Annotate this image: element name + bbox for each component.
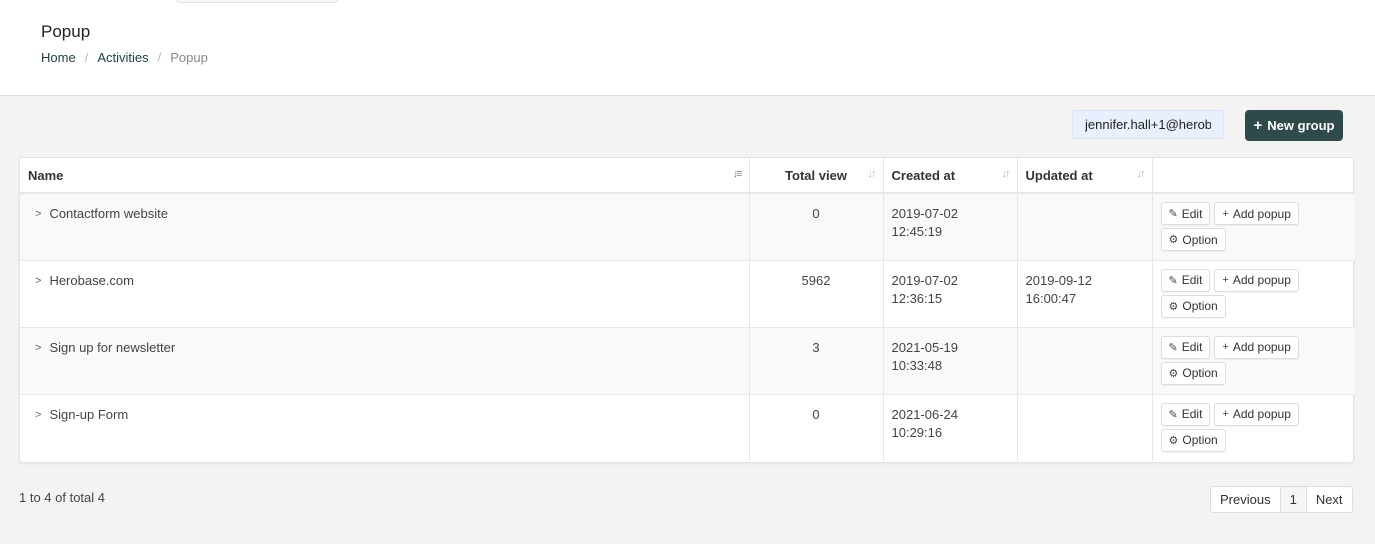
row-created-at: 2021-05-19 10:33:48 <box>883 326 1018 394</box>
pencil-icon: ✎ <box>1168 408 1178 421</box>
edit-button[interactable]: ✎ Edit <box>1160 268 1211 292</box>
page-header: Popup Home / Activities / Popup <box>0 0 1375 96</box>
row-total-view: 3 <box>749 326 884 394</box>
row-name: Sign up for newsletter <box>49 339 176 355</box>
chevron-right-icon[interactable]: > <box>35 272 41 290</box>
chevron-right-icon[interactable]: > <box>35 205 41 223</box>
row-created-at: 2021-06-24 10:29:16 <box>883 393 1018 461</box>
plus-icon: + <box>1222 274 1229 286</box>
breadcrumb-home[interactable]: Home <box>41 50 76 65</box>
column-header-name[interactable]: Name ↓≡ <box>20 158 750 194</box>
sort-icon[interactable]: ↓↑ <box>1137 168 1146 180</box>
table-row: > Sign up for newsletter 3 2021-05-19 10:… <box>20 326 1355 394</box>
edit-button[interactable]: ✎ Edit <box>1160 335 1211 359</box>
option-button[interactable]: ⚙ Option <box>1160 228 1226 251</box>
new-group-button[interactable]: + New group <box>1245 110 1343 141</box>
row-actions: ✎ Edit + Add popup ⚙ Option <box>1152 393 1355 461</box>
next-page-button[interactable]: Next <box>1306 486 1353 513</box>
add-popup-button[interactable]: + Add popup <box>1214 335 1299 359</box>
table-row: > Contactform website 0 2019-07-02 12:45:… <box>20 192 1355 260</box>
option-button[interactable]: ⚙ Option <box>1160 428 1226 452</box>
row-updated-at: 2019-09-12 16:00:47 <box>1017 259 1153 327</box>
plus-icon: + <box>1222 207 1229 220</box>
previous-page-button[interactable]: Previous <box>1210 486 1281 513</box>
plus-icon: + <box>1222 341 1229 353</box>
breadcrumb-current: Popup <box>170 50 208 65</box>
breadcrumb-activities[interactable]: Activities <box>97 50 148 65</box>
edit-button[interactable]: ✎ Edit <box>1160 402 1211 426</box>
gear-icon: ⚙ <box>1168 300 1179 313</box>
column-header-total-view[interactable]: Total view ↓↑ <box>749 158 884 194</box>
new-group-label: New group <box>1267 118 1335 133</box>
pagination-info: 1 to 4 of total 4 <box>19 490 106 505</box>
row-actions: ✎ Edit + Add popup ⚙ Option <box>1152 326 1355 394</box>
sort-icon[interactable]: ↓↑ <box>868 168 877 180</box>
email-field[interactable] <box>1072 110 1224 139</box>
row-created-at: 2019-07-02 12:36:15 <box>883 259 1018 327</box>
page-1-button[interactable]: 1 <box>1280 486 1307 513</box>
page-title: Popup <box>41 22 91 41</box>
table-row: > Herobase.com 5962 2019-07-02 12:36:15 2… <box>20 259 1355 327</box>
gear-icon: ⚙ <box>1168 367 1179 380</box>
breadcrumb-separator: / <box>84 50 89 65</box>
chevron-right-icon[interactable]: > <box>35 406 41 424</box>
chevron-right-icon[interactable]: > <box>35 339 41 357</box>
gear-icon: ⚙ <box>1168 234 1179 246</box>
row-created-at: 2019-07-02 12:45:19 <box>883 192 1018 260</box>
pagination: Previous 1 Next <box>1210 486 1353 513</box>
top-tab-fragment <box>176 0 339 3</box>
gear-icon: ⚙ <box>1168 434 1179 447</box>
plus-icon: + <box>1222 408 1229 420</box>
row-total-view: 5962 <box>749 259 884 327</box>
groups-table: Name ↓≡ Total view ↓↑ Created at ↓↑ Upda… <box>19 157 1355 463</box>
row-actions: ✎ Edit + Add popup ⚙ Option <box>1152 259 1355 327</box>
row-actions: ✎ Edit + Add popup ⚙ Option <box>1152 192 1355 260</box>
option-button[interactable]: ⚙ Option <box>1160 294 1226 318</box>
pencil-icon: ✎ <box>1168 274 1178 287</box>
table-row: > Sign-up Form 0 2021-06-24 10:29:16 ✎ Edi… <box>20 393 1355 461</box>
pencil-icon: ✎ <box>1168 341 1178 354</box>
breadcrumb: Home / Activities / Popup <box>41 50 208 65</box>
row-name: Contactform website <box>49 206 168 221</box>
add-popup-button[interactable]: + Add popup <box>1214 268 1299 292</box>
add-popup-button[interactable]: + Add popup <box>1214 202 1299 225</box>
column-header-actions <box>1152 158 1355 194</box>
row-updated-at <box>1017 326 1153 394</box>
column-header-updated-at[interactable]: Updated at ↓↑ <box>1017 158 1153 194</box>
sort-asc-icon[interactable]: ↓≡ <box>733 168 743 180</box>
row-name: Herobase.com <box>49 272 134 288</box>
row-total-view: 0 <box>749 393 884 461</box>
table-header-row: Name ↓≡ Total view ↓↑ Created at ↓↑ Upda… <box>20 158 1355 194</box>
row-updated-at <box>1017 192 1153 260</box>
plus-icon: + <box>1253 117 1263 134</box>
row-updated-at <box>1017 393 1153 461</box>
row-name: Sign-up Form <box>49 406 129 422</box>
option-button[interactable]: ⚙ Option <box>1160 361 1226 385</box>
edit-button[interactable]: ✎ Edit <box>1160 202 1211 225</box>
add-popup-button[interactable]: + Add popup <box>1214 402 1299 426</box>
column-header-created-at[interactable]: Created at ↓↑ <box>883 158 1018 194</box>
pencil-icon: ✎ <box>1168 208 1178 220</box>
sort-icon[interactable]: ↓↑ <box>1002 168 1011 180</box>
breadcrumb-separator: / <box>157 50 162 65</box>
row-total-view: 0 <box>749 192 884 260</box>
